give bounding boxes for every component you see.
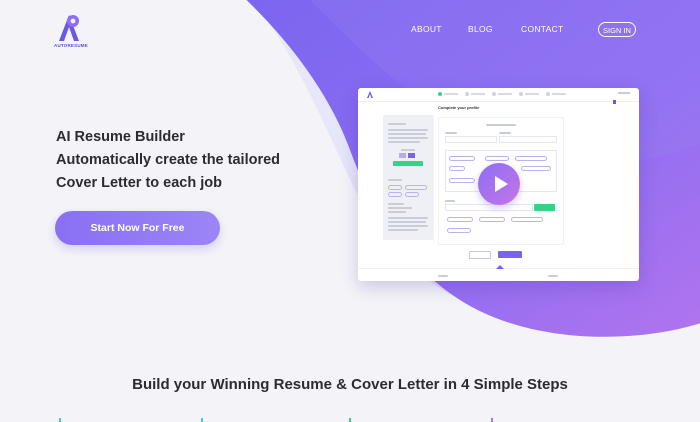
preview-step xyxy=(465,92,485,96)
nav-about[interactable]: ABOUT xyxy=(411,24,442,34)
preview-user-menu xyxy=(613,91,633,104)
play-video-button[interactable] xyxy=(478,163,520,205)
play-icon xyxy=(495,176,508,192)
logo-mark-icon xyxy=(59,15,79,41)
preview-title: Complete your profile xyxy=(438,105,480,110)
steps-heading: Build your Winning Resume & Cover Letter… xyxy=(132,376,568,393)
step-4-marker xyxy=(491,418,493,422)
step-2-marker xyxy=(201,418,203,422)
step-3-marker xyxy=(349,418,351,422)
hero-line-2: Automatically create the tailored xyxy=(56,152,281,168)
hero-line-3: Cover Letter to each job xyxy=(56,175,222,191)
preview-step xyxy=(519,92,539,96)
start-now-button[interactable]: Start Now For Free xyxy=(55,211,220,245)
hero-line-1: AI Resume Builder xyxy=(56,129,185,145)
preview-footer xyxy=(358,265,639,281)
preview-topbar xyxy=(358,88,639,104)
step-1-marker xyxy=(59,418,61,422)
logo-text: AUTORESUME xyxy=(54,43,88,48)
logo[interactable]: AUTORESUME xyxy=(54,14,88,48)
preview-logo-icon xyxy=(367,91,373,98)
nav-contact[interactable]: CONTACT xyxy=(521,24,564,34)
preview-step xyxy=(546,92,566,96)
preview-sidebar xyxy=(383,115,434,240)
preview-step xyxy=(492,92,512,96)
nav-blog[interactable]: BLOG xyxy=(468,24,493,34)
preview-step xyxy=(438,92,458,96)
hero-heading: AI Resume Builder Automatically create t… xyxy=(56,126,336,195)
sign-in-button[interactable]: SIGN IN xyxy=(598,22,636,37)
